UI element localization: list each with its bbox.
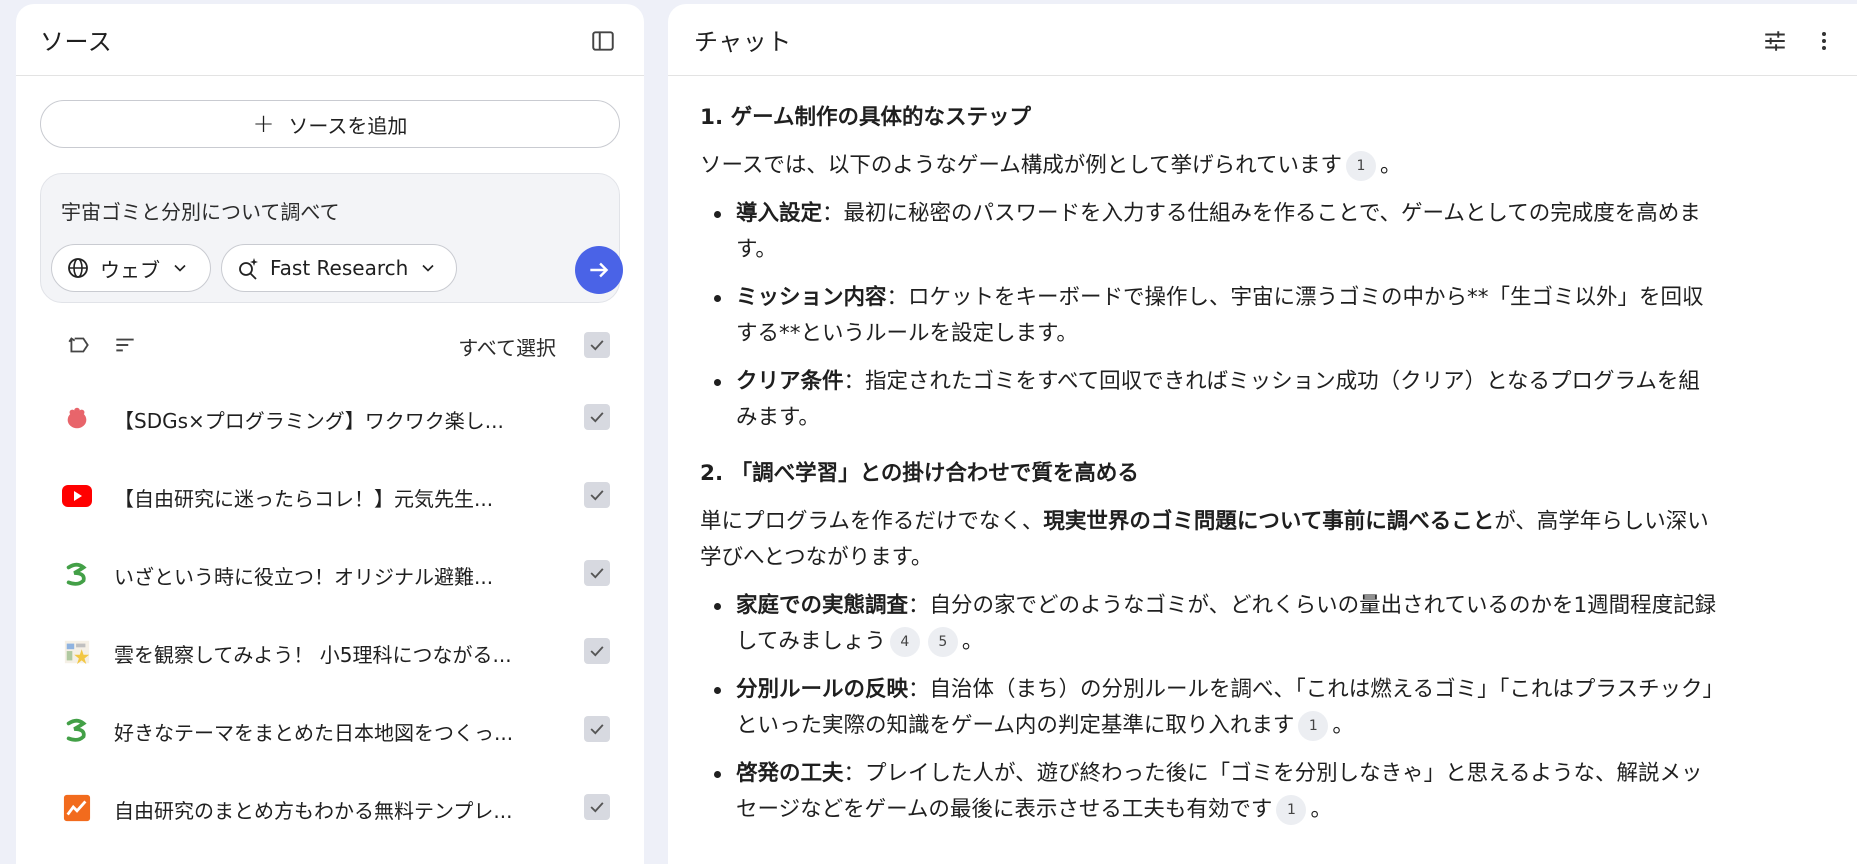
paragraph-bold: 現実世界のゴミ問題について事前に調べること <box>1043 509 1495 534</box>
bullet-text: ：プレイした人が、遊び終わった後に「ゴミを分別しなきゃ」と思えるような、解説メッ… <box>736 761 1703 822</box>
list-item: 啓発の工夫：プレイした人が、遊び終わった後に「ゴミを分別しなきゃ」と思えるような… <box>700 756 1720 828</box>
settings-sliders-icon[interactable] <box>1762 28 1788 54</box>
research-query-input[interactable]: 宇宙ゴミと分別について調べて <box>61 196 581 225</box>
source-checkbox[interactable] <box>584 794 610 820</box>
bullet-list: 家庭での実態調査：自分の家でどのようなゴミが、どれくらいの量出されているのかを1… <box>700 588 1720 828</box>
citation-chip[interactable]: 4 <box>889 627 920 657</box>
source-checkbox[interactable] <box>584 716 610 742</box>
select-all-checkbox[interactable] <box>584 332 610 358</box>
research-mode-label: Fast Research <box>270 256 409 280</box>
source-checkbox[interactable] <box>584 482 610 508</box>
source-title: いざという時に役立つ！オリジナル避難... <box>114 565 494 589</box>
list-item: ミッション内容：ロケットをキーボードで操作し、宇宙に漂うゴミの中から**「生ゴミ… <box>700 280 1720 352</box>
source-item[interactable]: 【SDGs×プログラミング】ワクワク楽し... <box>16 382 644 452</box>
add-source-label: ソースを追加 <box>288 113 408 138</box>
source-title: 自由研究のまとめ方もわかる無料テンプレ... <box>114 799 513 823</box>
list-item: クリア条件：指定されたゴミをすべて回収できればミッション成功（クリア）となるプロ… <box>700 364 1720 436</box>
bullet-end: 。 <box>961 629 984 654</box>
research-box: 宇宙ゴミと分別について調べて ウェブ Fast Research <box>40 173 623 303</box>
web-source-label: ウェブ <box>100 257 160 282</box>
sort-icon[interactable] <box>112 332 138 358</box>
source-item[interactable]: 雲を観察してみよう！ 小5理科につながる... <box>16 616 644 686</box>
sources-header: ソース <box>16 4 644 76</box>
list-item: 導入設定：最初に秘密のパスワードを入力する仕組みを作ることで、ゲームとしての完成… <box>700 196 1720 268</box>
chevron-down-icon <box>174 264 186 272</box>
section-heading: 1. ゲーム制作の具体的なステップ <box>700 105 1031 130</box>
source-title: 【自由研究に迷ったらコレ！】元気先生... <box>114 487 494 511</box>
paragraph: ソースでは、以下のようなゲーム構成が例として挙げられています 1。 <box>700 148 1720 184</box>
sources-panel: ソース + ソースを追加 宇宙ゴミと分別について調べて ウェブ Fast Res… <box>16 4 644 864</box>
plus-icon: + <box>252 109 275 139</box>
check-icon <box>590 646 604 657</box>
section-heading: 2. 「調べ学習」との掛け合わせで質を高める <box>700 461 1139 486</box>
paragraph-text: 。 <box>1380 153 1402 178</box>
select-all-label: すべて選択 <box>458 336 556 360</box>
bullet-term: クリア条件 <box>736 369 844 394</box>
citation-chip[interactable]: 1 <box>1346 151 1376 181</box>
check-icon <box>590 340 604 351</box>
source-checkbox[interactable] <box>584 404 610 430</box>
bullet-text: ：最初に秘密のパスワードを入力する仕組みを作ることで、ゲームとしての完成度を高め… <box>736 201 1701 262</box>
paragraph-text: 単にプログラムを作るだけでなく、 <box>700 509 1044 534</box>
check-icon <box>590 802 604 813</box>
source-title: 好きなテーマをまとめた日本地図をつくっ... <box>114 721 514 745</box>
bullet-term: 分別ルールの反映 <box>736 677 909 702</box>
source-list-toolbar: すべて選択 <box>40 324 620 364</box>
collapse-panel-icon[interactable] <box>590 28 616 54</box>
list-item: 分別ルールの反映：自治体（まち）の分別ルールを調べ、「これは燃えるゴミ」「これは… <box>700 672 1720 744</box>
source-item[interactable]: いざという時に役立つ！オリジナル避難... <box>16 538 644 608</box>
paragraph: 単にプログラムを作るだけでなく、現実世界のゴミ問題について事前に調べることが、高… <box>700 504 1720 576</box>
source-checkbox[interactable] <box>584 638 610 664</box>
list-item: 家庭での実態調査：自分の家でどのようなゴミが、どれくらいの量出されているのかを1… <box>700 588 1720 660</box>
source-item[interactable]: 自由研究のまとめ方もわかる無料テンプレ... <box>16 772 644 842</box>
chart-logo-icon <box>62 793 92 823</box>
site-thumbnail-icon <box>62 637 92 667</box>
bullet-text: ：指定されたゴミをすべて回収できればミッション成功（クリア）となるプログラムを組… <box>736 369 1700 430</box>
source-item[interactable]: 【自由研究に迷ったらコレ！】元気先生... <box>16 460 644 530</box>
source-checkbox[interactable] <box>584 560 610 586</box>
source-title: 雲を観察してみよう！ 小5理科につながる... <box>114 643 512 667</box>
bullet-term: 導入設定 <box>736 201 823 226</box>
source-title: 【SDGs×プログラミング】ワクワク楽し... <box>114 409 504 433</box>
bullet-end: 。 <box>1310 797 1332 822</box>
discover-sources-icon[interactable] <box>66 332 92 358</box>
citation-chip[interactable]: 5 <box>927 627 958 657</box>
globe-icon <box>68 258 88 278</box>
citation-chip[interactable]: 1 <box>1276 795 1307 825</box>
web-source-dropdown[interactable]: ウェブ <box>51 244 211 292</box>
web-site-icon <box>62 403 92 433</box>
source-item[interactable]: 好きなテーマをまとめた日本地図をつくっ... <box>16 694 644 764</box>
youtube-icon <box>62 481 92 511</box>
check-icon <box>590 568 604 579</box>
site-logo-icon <box>62 559 92 589</box>
check-icon <box>590 724 604 735</box>
chevron-down-icon <box>422 264 434 272</box>
bullet-list: 導入設定：最初に秘密のパスワードを入力する仕組みを作ることで、ゲームとしての完成… <box>700 196 1720 436</box>
citation-chip[interactable]: 1 <box>1298 711 1329 741</box>
check-icon <box>590 490 604 501</box>
site-logo-icon <box>62 715 92 745</box>
arrow-right-icon <box>590 262 609 278</box>
research-sparkle-icon <box>239 258 258 280</box>
add-source-button[interactable]: + ソースを追加 <box>40 100 620 148</box>
submit-research-button[interactable] <box>575 246 623 294</box>
check-icon <box>590 412 604 423</box>
bullet-term: 啓発の工夫 <box>736 761 844 786</box>
chat-title: チャット <box>694 28 792 56</box>
sources-title: ソース <box>40 28 113 56</box>
chat-header: チャット <box>668 4 1857 76</box>
chat-panel: チャット 1. ゲーム制作の具体的なステップ ソースでは、以下のようなゲーム構成… <box>668 4 1857 864</box>
bullet-term: ミッション内容 <box>736 285 887 310</box>
chat-message: 1. ゲーム制作の具体的なステップ ソースでは、以下のようなゲーム構成が例として… <box>700 100 1720 840</box>
bullet-term: 家庭での実態調査 <box>736 593 909 618</box>
bullet-end: 。 <box>1332 713 1354 738</box>
research-mode-dropdown[interactable]: Fast Research <box>221 244 457 292</box>
paragraph-text: ソースでは、以下のようなゲーム構成が例として挙げられています <box>700 153 1342 178</box>
more-vertical-icon[interactable] <box>1820 28 1836 54</box>
